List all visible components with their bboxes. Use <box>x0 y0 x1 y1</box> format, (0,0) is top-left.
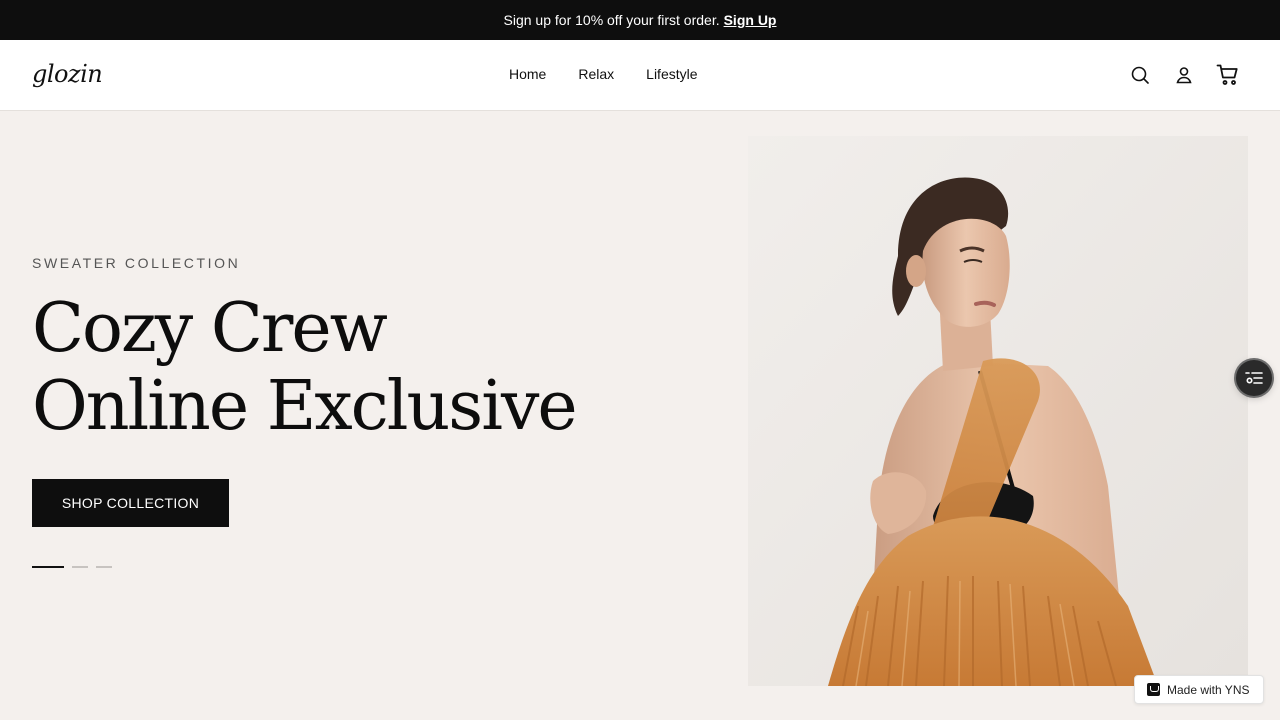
made-with-label: Made with YNS <box>1167 682 1250 697</box>
slider-pagination <box>32 566 112 568</box>
site-header: glozin Home Relax Lifestyle <box>0 40 1280 111</box>
hero-headline-line1: Cozy Crew <box>32 289 388 368</box>
slide-dot-2[interactable] <box>72 566 88 568</box>
slide-dot-3[interactable] <box>96 566 112 568</box>
announcement-bar: Sign up for 10% off your first order. Si… <box>0 0 1280 40</box>
sign-up-link[interactable]: Sign Up <box>724 12 777 28</box>
hero-image <box>748 136 1248 686</box>
hero-headline: Cozy Crew Online Exclusive <box>32 289 578 446</box>
hero-eyebrow: SWEATER COLLECTION <box>32 255 241 271</box>
nav-item-relax[interactable]: Relax <box>578 64 614 84</box>
nav-item-home[interactable]: Home <box>509 64 546 84</box>
shop-collection-button[interactable]: SHOP COLLECTION <box>32 479 229 527</box>
bag-icon <box>1147 683 1160 696</box>
announcement-text: Sign up for 10% off your first order. <box>503 12 720 28</box>
search-icon[interactable] <box>1128 63 1152 87</box>
made-with-yns-badge[interactable]: Made with YNS <box>1134 675 1264 704</box>
slide-dot-1[interactable] <box>32 566 64 568</box>
filter-list-icon[interactable] <box>1236 360 1272 396</box>
logo[interactable]: glozin <box>32 60 103 88</box>
hero-headline-line2: Online Exclusive <box>32 367 578 446</box>
user-icon[interactable] <box>1172 63 1196 87</box>
main-nav: Home Relax Lifestyle <box>509 64 698 84</box>
cart-icon[interactable] <box>1216 63 1240 87</box>
nav-item-lifestyle[interactable]: Lifestyle <box>646 64 697 84</box>
